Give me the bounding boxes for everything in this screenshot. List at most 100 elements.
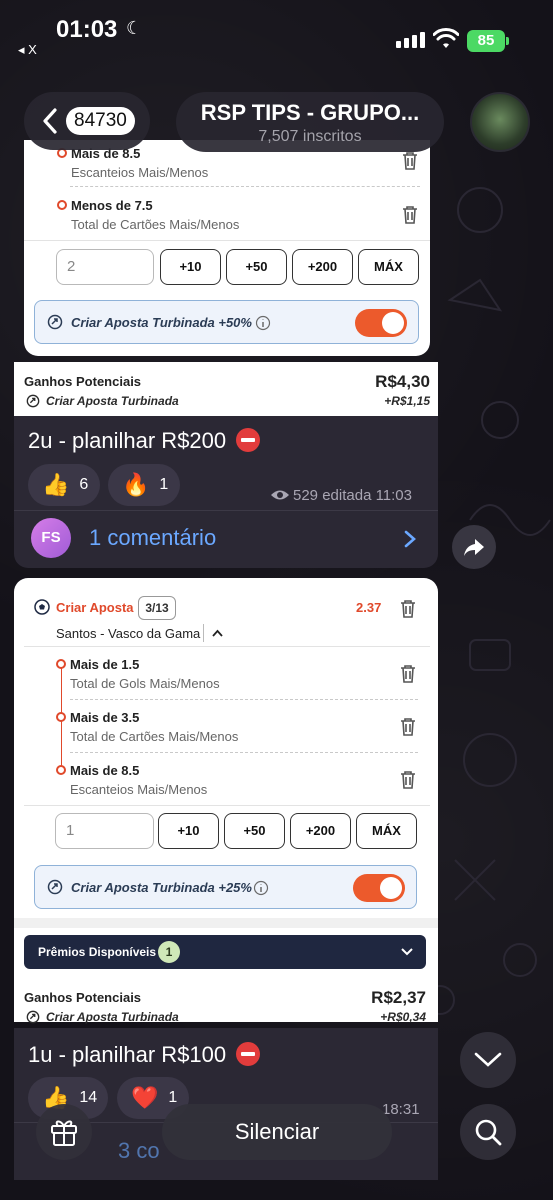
caption-text: 2u - planilhar R$200	[28, 428, 227, 453]
bet-item: Mais de 8.5 Escanteios Mais/Menos	[70, 763, 207, 797]
reaction-count: 14	[79, 1089, 98, 1106]
boost-toggle[interactable]	[353, 874, 405, 902]
soccer-ball-icon	[34, 599, 50, 615]
bet-count-badge: 3/13	[138, 596, 176, 620]
bet-marker	[56, 765, 66, 775]
prizes-count-badge: 1	[158, 941, 180, 963]
caption-text: 1u - planilhar R$100	[28, 1042, 227, 1067]
boost-toggle[interactable]	[355, 309, 407, 337]
info-icon[interactable]	[255, 315, 271, 331]
back-button[interactable]: 84730	[24, 92, 150, 150]
reaction-count: 1	[168, 1089, 178, 1106]
search-icon	[475, 1119, 502, 1146]
create-bet-label: Criar Aposta	[56, 600, 134, 615]
bet-selection: Mais de 3.5	[70, 710, 140, 725]
scroll-down-button[interactable]	[460, 1032, 516, 1088]
reaction-thumbs-up[interactable]: 👍 6	[28, 464, 100, 506]
stake-plus-10-button[interactable]: +10	[160, 249, 221, 285]
gift-icon	[51, 1120, 77, 1146]
battery-tip	[506, 37, 509, 45]
bet-item: Mais de 1.5 Total de Gols Mais/Menos	[70, 657, 220, 691]
reaction-count: 1	[159, 476, 169, 493]
trash-icon[interactable]	[402, 206, 418, 224]
status-bar: 01:03 ☾ ◂ X 85	[0, 0, 553, 64]
channel-title-button[interactable]: RSP TIPS - GRUPO... 7,507 inscritos	[176, 92, 444, 152]
boost-icon	[26, 1010, 40, 1024]
boost-icon	[47, 314, 63, 330]
trash-icon[interactable]	[400, 600, 416, 618]
trash-icon[interactable]	[400, 718, 416, 736]
boost-label: Criar Aposta Turbinada +25%	[71, 880, 252, 895]
bet-selection: Mais de 1.5	[70, 657, 140, 672]
moon-icon: ☾	[126, 18, 143, 38]
boost-toggle-row[interactable]: Criar Aposta Turbinada +50%	[34, 300, 419, 344]
bet-market: Total de Cartões Mais/Menos	[71, 217, 240, 232]
share-button[interactable]	[452, 525, 496, 569]
slip-gap	[14, 918, 438, 928]
no-entry-icon	[236, 1042, 261, 1066]
bet-market: Escanteios Mais/Menos	[70, 782, 208, 797]
stake-max-button[interactable]: MÁX	[356, 813, 417, 849]
battery-indicator: 85	[467, 30, 505, 52]
trash-icon[interactable]	[400, 771, 416, 789]
comments-link[interactable]: 3 co	[118, 1138, 160, 1164]
message-meta: 529 editada 11:03	[293, 487, 412, 504]
stake-plus-50-button[interactable]: +50	[226, 249, 287, 285]
boost-label: Criar Aposta Turbinada +50%	[71, 315, 252, 330]
gains-label: Ganhos Potenciais	[24, 374, 142, 389]
comments-bar[interactable]	[14, 510, 438, 568]
channel-title: RSP TIPS - GRUPO...	[200, 100, 420, 125]
reaction-count: 6	[79, 476, 89, 493]
commenter-avatar: FS	[31, 518, 71, 558]
bet-selection: Menos de 7.5	[71, 198, 153, 213]
match-name: Santos - Vasco da Gama	[56, 626, 201, 641]
bet-item: Mais de 8.5 Escanteios Mais/Menos	[71, 146, 208, 180]
bet-item: Mais de 3.5 Total de Cartões Mais/Menos	[70, 710, 238, 744]
comments-link[interactable]: 1 comentário	[89, 525, 216, 551]
prizes-banner[interactable]: Prêmios Disponíveis 1	[24, 935, 426, 969]
gains-boost-label: Criar Aposta Turbinada	[46, 1010, 179, 1024]
unread-count-badge: 84730	[66, 107, 135, 135]
trash-icon[interactable]	[402, 152, 418, 170]
message-caption: 2u - planilhar R$200	[28, 428, 261, 454]
section-divider	[24, 646, 430, 647]
message-meta: 18:31	[382, 1101, 420, 1118]
stake-input[interactable]: 2	[56, 249, 154, 285]
clock: 01:03	[56, 16, 118, 43]
section-divider	[24, 240, 430, 241]
gains-boost-bonus: +R$1,15	[384, 394, 430, 408]
bet-item: Menos de 7.5 Total de Cartões Mais/Menos	[71, 198, 239, 232]
share-icon	[464, 539, 484, 556]
chevron-up-icon[interactable]	[212, 629, 223, 637]
stake-plus-10-button[interactable]: +10	[158, 813, 219, 849]
wifi-icon	[433, 28, 459, 48]
gains-value: R$4,30	[375, 372, 430, 391]
bet-marker	[57, 200, 67, 210]
reaction-fire[interactable]: 🔥 1	[108, 464, 180, 506]
bet-divider	[70, 699, 418, 700]
gift-button[interactable]	[36, 1104, 92, 1160]
signal-icon	[396, 32, 425, 48]
bet-selection: Mais de 8.5	[70, 763, 140, 778]
no-entry-icon	[236, 428, 261, 452]
eye-icon	[271, 490, 289, 500]
bet-marker	[56, 659, 66, 669]
stake-plus-200-button[interactable]: +200	[290, 813, 351, 849]
stake-input[interactable]: 1	[55, 813, 154, 849]
boost-toggle-row[interactable]: Criar Aposta Turbinada +25%	[34, 865, 417, 909]
gains-boost-label: Criar Aposta Turbinada	[46, 394, 179, 408]
stake-plus-50-button[interactable]: +50	[224, 813, 285, 849]
bet-market: Total de Cartões Mais/Menos	[70, 729, 239, 744]
trash-icon[interactable]	[400, 665, 416, 683]
match-divider	[203, 624, 204, 642]
gains-value: R$2,37	[371, 988, 426, 1007]
boost-icon	[26, 394, 40, 408]
stake-plus-200-button[interactable]: +200	[292, 249, 353, 285]
back-to-app-link[interactable]: ◂ X	[18, 42, 37, 58]
info-icon[interactable]	[253, 880, 269, 896]
stake-max-button[interactable]: MÁX	[358, 249, 419, 285]
channel-avatar[interactable]	[470, 92, 530, 152]
chevron-down-icon	[474, 1052, 502, 1067]
mute-button[interactable]: Silenciar	[162, 1104, 392, 1160]
search-button[interactable]	[460, 1104, 516, 1160]
